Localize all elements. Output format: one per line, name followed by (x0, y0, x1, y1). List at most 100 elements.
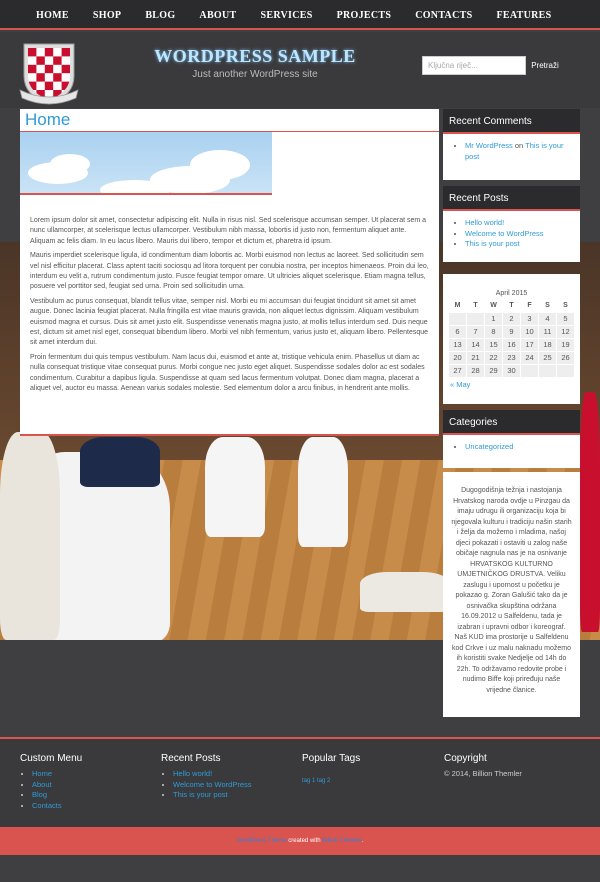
footer-link[interactable]: Home (32, 769, 52, 778)
recent-comments-widget: Recent Comments Mr WordPress on This is … (443, 109, 580, 180)
nav-features[interactable]: FEATURES (484, 10, 563, 21)
calendar-week-row: 6 7 8 9 10 11 12 (448, 324, 575, 339)
calendar-widget: April 2015 MTWTFSS 1 2 3 4 5 6 7 8 9 10 11 12 13 14 15… (443, 274, 580, 404)
widget-title: Recent Posts (443, 186, 580, 211)
footer-link[interactable]: Blog (32, 790, 47, 799)
nav-shop[interactable]: SHOP (81, 10, 133, 21)
calendar-day (520, 363, 539, 378)
calendar-day: 20 (448, 350, 467, 365)
calendar-day-header: M (454, 302, 461, 310)
widget-title: Categories (443, 410, 580, 435)
calendar-day-header: W (490, 302, 497, 310)
calendar-day (556, 363, 575, 378)
dancer-figure (0, 432, 60, 640)
list-item: Hello world! (465, 218, 574, 229)
calendar-day: 15 (484, 337, 503, 352)
nav-blog[interactable]: BLOG (133, 10, 187, 21)
footer-popular-tags: Popular Tags tag 1 tag 2 (302, 753, 360, 787)
post-body: Lorem ipsum dolor sit amet, consectetur … (30, 216, 430, 399)
themler-link[interactable]: Billion Themler (322, 838, 361, 844)
about-text-widget: Dugogodišnja težnja i nastojanja Hrvatsk… (443, 472, 580, 717)
calendar-day: 17 (520, 337, 539, 352)
footer-heading: Copyright (444, 753, 487, 764)
calendar-day: 10 (520, 324, 539, 339)
calendar-day (466, 311, 485, 326)
bottom-bar: WordPress Theme created with Billion The… (0, 827, 600, 855)
page: HOME SHOP BLOG ABOUT SERVICES PROJECTS C… (0, 0, 600, 882)
dancer-figure (360, 572, 450, 612)
footer-link[interactable]: This is your post (173, 790, 228, 799)
post-link[interactable]: Welcome to WordPress (465, 229, 544, 238)
list-item: About (32, 780, 82, 791)
calendar-day: 14 (466, 337, 485, 352)
calendar-day: 23 (502, 350, 521, 365)
calendar-day: 11 (538, 324, 557, 339)
categories-widget: Categories Uncategorized (443, 410, 580, 468)
calendar-day: 25 (538, 350, 557, 365)
list-item: Hello world! (173, 769, 252, 780)
dancer-figure (80, 437, 160, 487)
cloud-shape (50, 154, 90, 174)
nav-contacts[interactable]: CONTACTS (403, 10, 484, 21)
calendar-day-header: F (527, 302, 532, 310)
created-with-text: created with (286, 838, 323, 844)
calendar-day: 1 (484, 311, 503, 326)
widget-title: Recent Comments (443, 109, 580, 134)
theme-link[interactable]: WordPress Theme (237, 838, 287, 844)
calendar-day: 26 (556, 350, 575, 365)
cloud-shape (190, 150, 250, 180)
calendar-day-header: S (545, 302, 550, 310)
nav-projects[interactable]: PROJECTS (325, 10, 404, 21)
dancer-figure (298, 437, 348, 547)
top-navigation: HOME SHOP BLOG ABOUT SERVICES PROJECTS C… (0, 0, 600, 30)
calendar-prev-link[interactable]: « May (450, 380, 470, 389)
nav-about[interactable]: ABOUT (187, 10, 248, 21)
calendar-day: 13 (448, 337, 467, 352)
footer-link[interactable]: Hello world! (173, 769, 212, 778)
calendar-caption: April 2015 (495, 290, 528, 297)
site-title[interactable]: WORDPRESS SAMPLE (120, 46, 390, 67)
calendar-day: 6 (448, 324, 467, 339)
list-item: Contacts (32, 801, 82, 812)
list-item: This is your post (173, 790, 252, 801)
nav-home[interactable]: HOME (24, 10, 81, 21)
calendar-day: 28 (466, 363, 485, 378)
calendar-day-header: T (509, 302, 514, 310)
paragraph: Lorem ipsum dolor sit amet, consectetur … (30, 217, 427, 245)
footer-heading: Recent Posts (161, 753, 221, 764)
footer-recent-posts: Recent Posts Hello world! Welcome to Wor… (161, 753, 252, 801)
search-button[interactable]: Pretraži (528, 56, 562, 75)
footer-link[interactable]: About (32, 780, 52, 789)
calendar-day-header: S (563, 302, 568, 310)
site-footer: Custom Menu Home About Blog Contacts Rec… (0, 737, 600, 827)
post-link[interactable]: This is your post (465, 239, 520, 248)
paragraph: Mauris imperdiet scelerisque ligula, id … (30, 252, 429, 291)
calendar-day (448, 311, 467, 326)
calendar-day: 3 (520, 311, 539, 326)
calendar-day: 8 (484, 324, 503, 339)
search-input[interactable]: Ključna riječ... (422, 56, 526, 75)
calendar-day: 4 (538, 311, 557, 326)
footer-heading: Popular Tags (302, 753, 361, 764)
croatian-crest-logo[interactable] (18, 40, 80, 106)
calendar-day: 9 (502, 324, 521, 339)
footer-link[interactable]: Contacts (32, 801, 62, 810)
main-content: Home Lorem ipsum dolor sit amet, consect… (20, 109, 439, 436)
comment-author-link[interactable]: Mr WordPress (465, 141, 513, 150)
calendar-day: 5 (556, 311, 575, 326)
post-link[interactable]: Hello world! (465, 218, 504, 227)
calendar-week-row: 13 14 15 16 17 18 19 (448, 337, 575, 352)
calendar-day: 30 (502, 363, 521, 378)
nav-services[interactable]: SERVICES (248, 10, 324, 21)
calendar-day: 24 (520, 350, 539, 365)
footer-custom-menu: Custom Menu Home About Blog Contacts (20, 753, 82, 811)
list-item: Welcome to WordPress (465, 229, 574, 240)
category-link[interactable]: Uncategorized (465, 442, 513, 451)
footer-link[interactable]: Welcome to WordPress (173, 780, 252, 789)
site-header: WORDPRESS SAMPLE Just another WordPress … (0, 32, 600, 108)
list-item: This is your post (465, 239, 574, 250)
calendar-day: 7 (466, 324, 485, 339)
calendar-table: MTWTFSS 1 2 3 4 5 6 7 8 9 10 11 12 13 14 15 16 17 18 19 20 2… (448, 300, 575, 378)
copyright-text: © 2014, Billion Themler (444, 769, 522, 778)
tag-cloud[interactable]: tag 1 tag 2 (302, 778, 330, 784)
